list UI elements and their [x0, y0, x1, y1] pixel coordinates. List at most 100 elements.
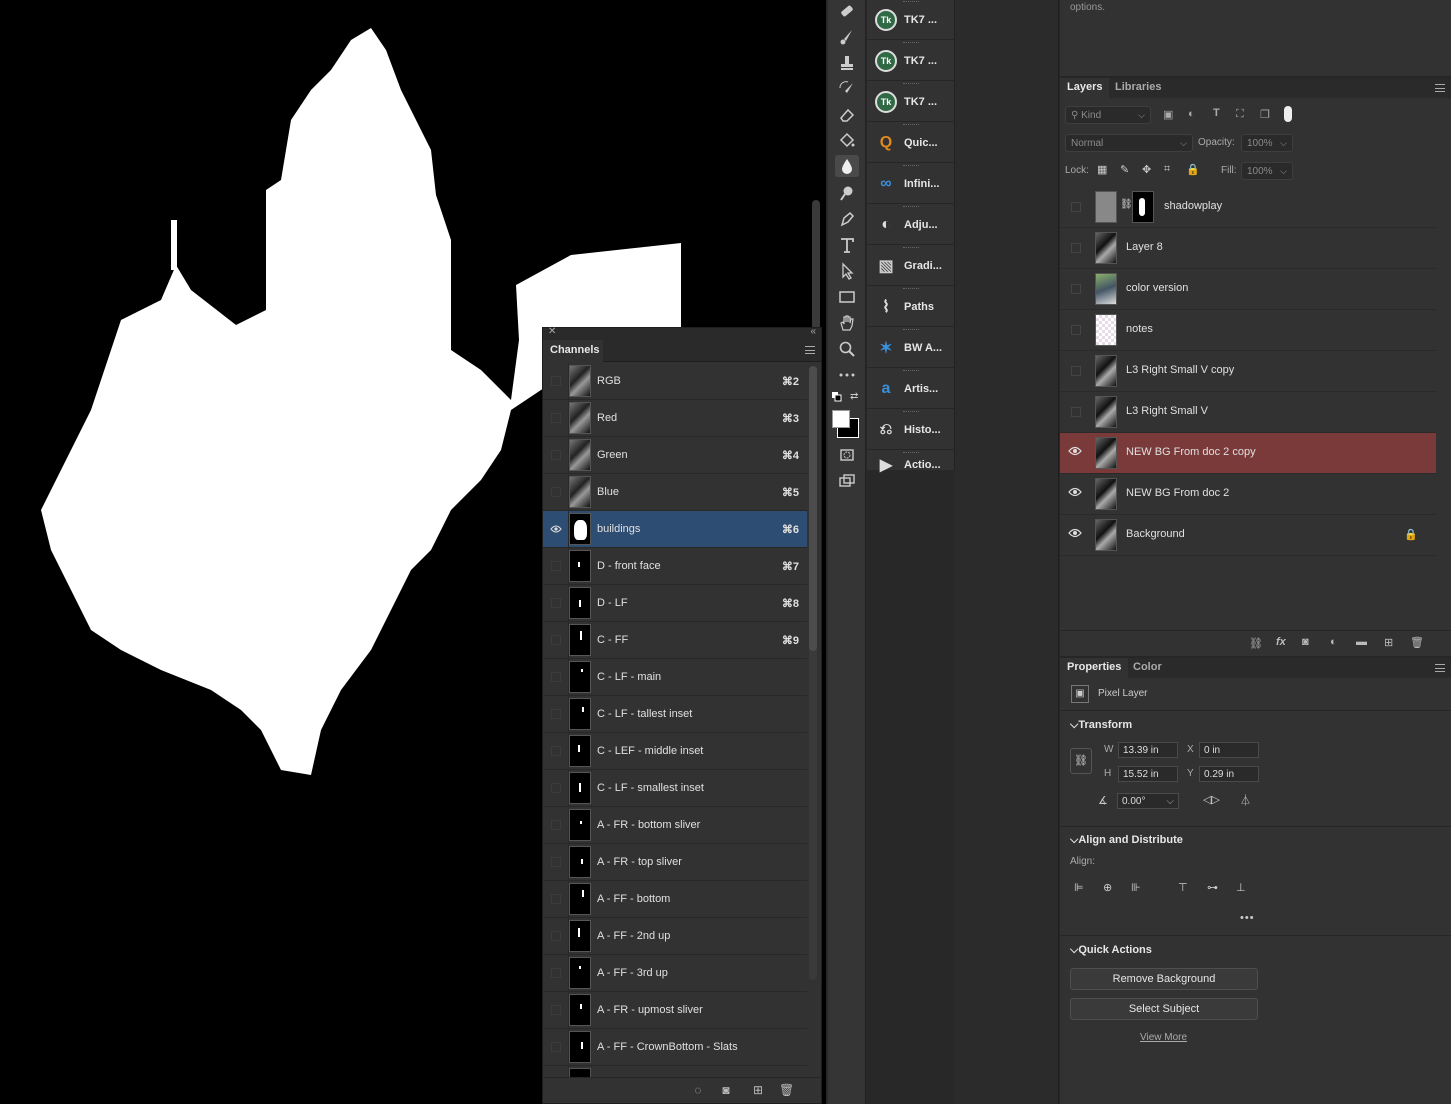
- plugin-9[interactable]: ✶ BW A...: [867, 328, 954, 368]
- fill-field[interactable]: 100% ⌵: [1241, 162, 1293, 180]
- blend-mode-select[interactable]: Normal ⌵: [1065, 134, 1193, 152]
- clone-stamp-icon[interactable]: [835, 52, 859, 74]
- paint-bucket-icon[interactable]: [835, 130, 859, 152]
- dodge-icon[interactable]: [835, 182, 859, 204]
- view-more-link[interactable]: View More: [1140, 1032, 1187, 1043]
- filter-pixel-icon[interactable]: ▣: [1163, 108, 1173, 121]
- channel-row[interactable]: C - LF - tallest inset: [543, 695, 807, 733]
- more-tools-icon[interactable]: [835, 364, 859, 386]
- visibility-toggle[interactable]: [543, 695, 569, 733]
- drag-grip[interactable]: [903, 83, 919, 85]
- drag-grip[interactable]: [903, 206, 919, 208]
- channel-row[interactable]: C - FF ⌘9: [543, 621, 807, 659]
- visibility-toggle[interactable]: [543, 769, 569, 807]
- visibility-toggle[interactable]: [543, 584, 569, 622]
- visibility-toggle[interactable]: [1071, 407, 1081, 417]
- layer-row[interactable]: notes: [1060, 310, 1436, 351]
- tab-properties[interactable]: Properties: [1060, 658, 1129, 678]
- visibility-toggle[interactable]: [543, 843, 569, 881]
- remove-background-button[interactable]: Remove Background: [1070, 968, 1258, 990]
- align-left-icon[interactable]: ⊫: [1074, 881, 1090, 897]
- channel-row[interactable]: Blue ⌘5: [543, 473, 807, 511]
- new-group-icon[interactable]: ▬: [1356, 636, 1367, 648]
- mask-link-icon[interactable]: ⛓: [1120, 199, 1133, 210]
- align-section-title[interactable]: Align and Distribute: [1070, 834, 1183, 847]
- plugin-6[interactable]: ◐ Adju...: [867, 205, 954, 245]
- brush-icon[interactable]: [835, 26, 859, 48]
- plugin-2[interactable]: Tk TK7 ...: [867, 41, 954, 81]
- channel-row[interactable]: C - LF - smallest inset: [543, 769, 807, 807]
- visibility-toggle[interactable]: [543, 363, 569, 400]
- path-selection-icon[interactable]: [835, 260, 859, 282]
- flip-horizontal-icon[interactable]: ◁▷: [1203, 793, 1220, 806]
- channel-row[interactable]: Red ⌘3: [543, 399, 807, 437]
- type-icon[interactable]: [835, 234, 859, 256]
- blur-drop-icon[interactable]: [835, 155, 859, 177]
- lock-paint-icon[interactable]: ✎: [1120, 163, 1129, 176]
- filter-toggle-icon[interactable]: [1284, 106, 1292, 122]
- eye-icon[interactable]: [1068, 444, 1082, 458]
- drag-grip[interactable]: [903, 1, 919, 3]
- visibility-toggle[interactable]: [543, 658, 569, 696]
- new-layer-icon[interactable]: ⊞: [1384, 636, 1393, 649]
- drag-grip[interactable]: [903, 42, 919, 44]
- layer-row[interactable]: NEW BG From doc 2 copy: [1060, 433, 1436, 474]
- channels-scrollbar[interactable]: [809, 366, 817, 980]
- channel-row[interactable]: A - FF - 2nd up: [543, 917, 807, 955]
- align-center-horizontal-icon[interactable]: ⊕: [1103, 881, 1119, 897]
- panel-menu-icon[interactable]: [1435, 664, 1445, 672]
- drag-grip[interactable]: [903, 452, 919, 454]
- more-options-icon[interactable]: •••: [1240, 912, 1255, 924]
- drag-grip[interactable]: [903, 124, 919, 126]
- drag-grip[interactable]: [903, 165, 919, 167]
- zoom-icon[interactable]: [835, 338, 859, 360]
- filter-smart-object-icon[interactable]: ❐: [1260, 108, 1270, 121]
- visibility-toggle[interactable]: [543, 436, 569, 474]
- eye-icon[interactable]: [1068, 485, 1082, 499]
- pen-icon[interactable]: [835, 208, 859, 230]
- layer-mask-thumbnail[interactable]: [1132, 191, 1154, 223]
- channel-row[interactable]: RGB ⌘2: [543, 363, 807, 400]
- height-field[interactable]: 15.52 in: [1118, 766, 1178, 782]
- eye-icon[interactable]: [1068, 526, 1082, 540]
- align-middle-vertical-icon[interactable]: ⊶: [1207, 881, 1223, 897]
- channel-row[interactable]: A - FR - upmost sliver: [543, 991, 807, 1029]
- channel-row[interactable]: Green ⌘4: [543, 436, 807, 474]
- fx-icon[interactable]: fx: [1276, 636, 1286, 648]
- align-bottom-icon[interactable]: ⊥: [1236, 881, 1252, 897]
- channel-row[interactable]: A - FF - bottom: [543, 880, 807, 918]
- angle-field[interactable]: 0.00° ⌵: [1117, 793, 1179, 809]
- visibility-toggle[interactable]: [1071, 243, 1081, 253]
- canvas-scrollbar[interactable]: [812, 200, 820, 330]
- plugin-11[interactable]: ⎌ Histo...: [867, 410, 954, 450]
- channel-row[interactable]: A - FR - bottom sliver: [543, 806, 807, 844]
- tab-channels[interactable]: Channels: [543, 340, 603, 362]
- layer-row[interactable]: L3 Right Small V copy: [1060, 351, 1436, 392]
- save-selection-icon[interactable]: ◙: [719, 1083, 733, 1097]
- layer-row[interactable]: color version: [1060, 269, 1436, 310]
- visibility-toggle[interactable]: [543, 991, 569, 1029]
- rectangle-icon[interactable]: [835, 286, 859, 308]
- visibility-toggle[interactable]: [543, 917, 569, 955]
- channel-row[interactable]: D - front face ⌘7: [543, 547, 807, 585]
- channel-row[interactable]: D - LF ⌘8: [543, 584, 807, 622]
- eraser-icon[interactable]: [835, 104, 859, 126]
- channel-row[interactable]: A - FR - top sliver: [543, 843, 807, 881]
- hand-icon[interactable]: [835, 312, 859, 334]
- y-field[interactable]: 0.29 in: [1199, 766, 1259, 782]
- visibility-toggle[interactable]: [1071, 325, 1081, 335]
- layer-row[interactable]: ⛓ shadowplay: [1060, 187, 1436, 228]
- select-subject-button[interactable]: Select Subject: [1070, 998, 1258, 1020]
- tab-libraries[interactable]: Libraries: [1108, 78, 1168, 98]
- panel-menu-icon[interactable]: [805, 346, 815, 354]
- width-field[interactable]: 13.39 in: [1118, 742, 1178, 758]
- trash-icon[interactable]: 🗑: [1410, 636, 1424, 649]
- plugin-5[interactable]: ∞ Infini...: [867, 164, 954, 204]
- visibility-toggle[interactable]: [543, 473, 569, 511]
- filter-kind-select[interactable]: ⚲ Kind ⌵: [1065, 106, 1151, 124]
- layer-row[interactable]: Layer 8: [1060, 228, 1436, 269]
- visibility-toggle[interactable]: [543, 954, 569, 992]
- tab-layers[interactable]: Layers: [1060, 78, 1110, 98]
- link-layers-icon[interactable]: ⛓: [1249, 637, 1263, 650]
- align-top-icon[interactable]: ⊤: [1178, 881, 1194, 897]
